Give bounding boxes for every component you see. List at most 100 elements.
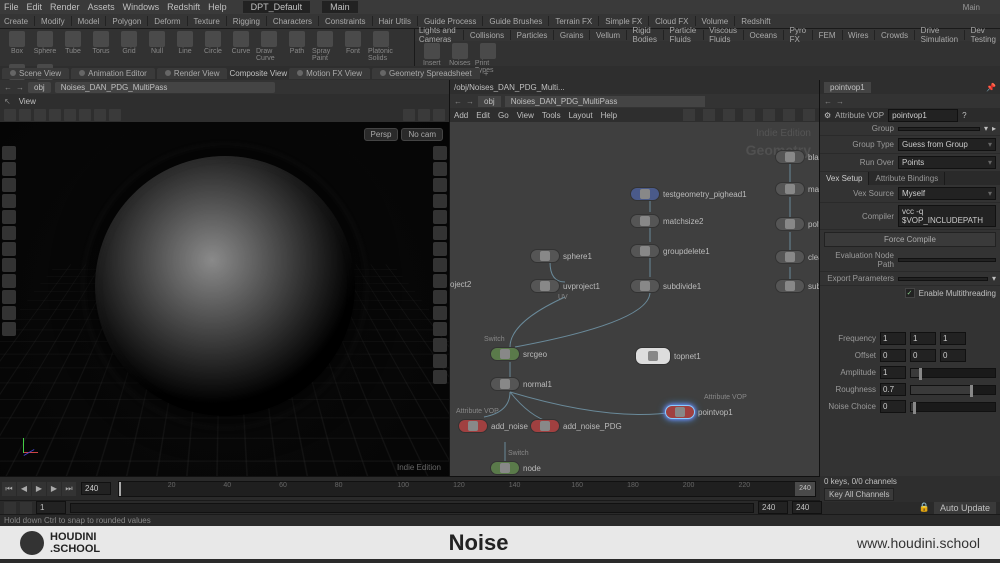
add-tab-icon[interactable]: + <box>484 69 489 78</box>
arrow-icon[interactable]: ▸ <box>992 124 996 133</box>
exportparms-input[interactable] <box>898 277 988 281</box>
disp-icon[interactable] <box>433 162 447 176</box>
vp-btn[interactable] <box>94 109 106 121</box>
shelf-curve[interactable]: Curve <box>228 31 254 55</box>
tab-compview[interactable]: Composite View <box>229 69 287 78</box>
disp-icon[interactable] <box>433 338 447 352</box>
nw-icon[interactable] <box>683 109 695 121</box>
range-end2[interactable]: 240 <box>792 501 822 514</box>
offset-y[interactable] <box>910 349 936 362</box>
node-blast[interactable]: blas <box>775 150 819 164</box>
group-input[interactable] <box>898 127 980 131</box>
node-testgeometry[interactable]: testgeometry_pighead1 <box>630 187 747 201</box>
chevron-down-icon[interactable]: ▾ <box>992 274 996 283</box>
shelf-grid[interactable]: Grid <box>116 31 142 55</box>
vp-btn[interactable] <box>433 109 445 121</box>
shelf2-tab[interactable]: FEM <box>819 31 836 40</box>
shelf-tab[interactable]: Redshift <box>741 17 770 26</box>
range-slider[interactable] <box>70 503 754 513</box>
shelf-tab[interactable]: Characters <box>273 17 312 26</box>
vp-btn[interactable] <box>79 109 91 121</box>
nw-path-node[interactable]: Noises_DAN_PDG_MultiPass <box>505 96 705 107</box>
shelf2-tab[interactable]: Crowds <box>881 31 908 40</box>
shelf2-tab[interactable]: Wires <box>848 31 868 40</box>
shelf2-noises[interactable]: Noises <box>447 43 473 67</box>
shelf2-tab[interactable]: Rigid Bodies <box>633 26 657 44</box>
shelf2-tab[interactable]: Drive Simulation <box>921 26 958 44</box>
shelf2-insert[interactable]: Insert <box>419 43 445 67</box>
shelf-box[interactable]: Box <box>4 31 30 55</box>
tab-vexsetup[interactable]: Vex Setup <box>820 172 869 185</box>
rough-input[interactable] <box>880 383 906 396</box>
update-mode-dropdown[interactable]: Auto Update <box>934 502 996 514</box>
offset-x[interactable] <box>880 349 906 362</box>
node-mat[interactable]: mat <box>775 182 819 196</box>
tool-icon[interactable] <box>2 242 16 256</box>
network-canvas[interactable]: Indie Edition Geometry testgeometry_pigh… <box>450 122 819 476</box>
runover-dropdown[interactable]: Points <box>898 156 996 169</box>
next-frame-button[interactable]: ▶ <box>47 482 61 496</box>
disp-icon[interactable] <box>433 194 447 208</box>
shelf-tab[interactable]: Modify <box>41 17 65 26</box>
range-btn[interactable] <box>20 502 32 514</box>
node-normal[interactable]: normal1 <box>490 377 552 391</box>
tool-icon[interactable] <box>2 322 16 336</box>
shelf2-tab[interactable]: Grains <box>560 31 584 40</box>
vp-btn[interactable] <box>49 109 61 121</box>
vp-btn[interactable] <box>403 109 415 121</box>
tool-icon[interactable] <box>2 210 16 224</box>
gear-icon[interactable]: ⚙ <box>824 111 831 120</box>
node-subdivide[interactable]: subdivide1 <box>630 279 701 293</box>
shelf-line[interactable]: Line <box>172 31 198 55</box>
tool-icon[interactable] <box>2 258 16 272</box>
nw-icon[interactable] <box>763 109 775 121</box>
tab-geosheet[interactable]: Geometry Spreadsheet <box>372 68 480 79</box>
tool-icon[interactable] <box>2 146 16 160</box>
nw-menu[interactable]: Help <box>601 111 617 120</box>
shelf-tab[interactable]: Terrain FX <box>555 17 592 26</box>
node-switch2[interactable]: node <box>490 461 541 475</box>
nw-icon[interactable] <box>783 109 795 121</box>
shelf-tab[interactable]: Guide Process <box>424 17 476 26</box>
lock-icon[interactable]: 🔒 <box>919 502 930 514</box>
shelf-tube[interactable]: Tube <box>60 31 86 55</box>
vp-btn[interactable] <box>19 109 31 121</box>
noise-slider[interactable] <box>910 402 996 412</box>
node-name-input[interactable] <box>888 109 958 122</box>
node-oject2[interactable]: oject2 <box>450 280 471 289</box>
gear-icon[interactable] <box>984 1 996 13</box>
shelf2-tab[interactable]: Viscous Fluids <box>709 26 737 44</box>
disp-icon[interactable] <box>433 370 447 384</box>
disp-icon[interactable] <box>433 210 447 224</box>
range-btn[interactable] <box>4 502 16 514</box>
pm-path-chip[interactable]: pointvop1 <box>824 82 871 93</box>
freq-x[interactable] <box>880 332 906 345</box>
nw-icon[interactable] <box>703 109 715 121</box>
rough-slider[interactable] <box>910 385 996 395</box>
freq-y[interactable] <box>910 332 936 345</box>
shelf-spraypaint[interactable]: Spray Paint <box>312 31 338 62</box>
pin-icon[interactable]: 📌 <box>986 83 996 92</box>
node-addnoise-pdg[interactable]: add_noise_PDG <box>530 419 622 433</box>
tab-motionfx[interactable]: Motion FX View <box>289 68 370 79</box>
cloud-icon[interactable] <box>947 1 959 13</box>
path-obj[interactable]: obj <box>28 82 51 93</box>
shelf-tab[interactable]: Cloud FX <box>655 17 688 26</box>
disp-icon[interactable] <box>433 242 447 256</box>
shelf-circle[interactable]: Circle <box>200 31 226 55</box>
nw-menu[interactable]: Add <box>454 111 468 120</box>
shelf-tab[interactable]: Simple FX <box>605 17 642 26</box>
node-topnet[interactable]: topnet1 <box>635 347 701 365</box>
path-node[interactable]: Noises_DAN_PDG_MultiPass <box>55 82 275 93</box>
range-end[interactable]: 240 <box>758 501 788 514</box>
menu-redshift[interactable]: Redshift <box>167 2 200 12</box>
nw-icon[interactable] <box>723 109 735 121</box>
shelf-drawcurve[interactable]: Draw Curve <box>256 31 282 62</box>
menu-help[interactable]: Help <box>208 2 227 12</box>
shelf-sphere[interactable]: Sphere <box>32 31 58 55</box>
multithread-checkbox[interactable]: ✓ <box>905 288 915 298</box>
disp-icon[interactable] <box>433 306 447 320</box>
help-icon[interactable]: ? <box>962 111 966 120</box>
menu-windows[interactable]: Windows <box>123 2 160 12</box>
tab-attrbindings[interactable]: Attribute Bindings <box>869 172 945 185</box>
